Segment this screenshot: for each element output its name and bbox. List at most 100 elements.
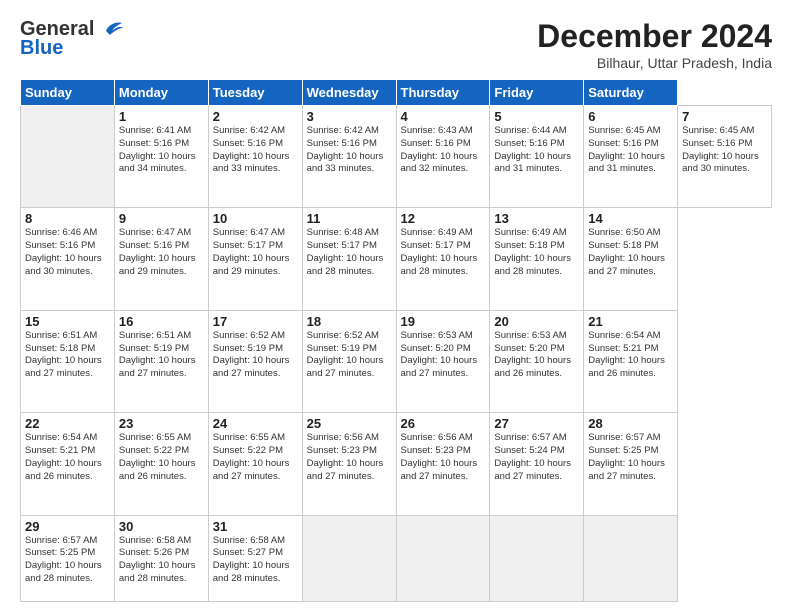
- table-row: 18 Sunrise: 6:52 AM Sunset: 5:19 PM Dayl…: [302, 310, 396, 412]
- day-number: 5: [494, 109, 579, 124]
- day-info: Sunrise: 6:57 AM Sunset: 5:25 PM Dayligh…: [588, 432, 673, 483]
- day-number: 6: [588, 109, 673, 124]
- day-info: Sunrise: 6:53 AM Sunset: 5:20 PM Dayligh…: [494, 330, 579, 381]
- col-thursday: Thursday: [396, 80, 490, 106]
- day-info: Sunrise: 6:57 AM Sunset: 5:24 PM Dayligh…: [494, 432, 579, 483]
- table-row: 20 Sunrise: 6:53 AM Sunset: 5:20 PM Dayl…: [490, 310, 584, 412]
- day-info: Sunrise: 6:55 AM Sunset: 5:22 PM Dayligh…: [119, 432, 204, 483]
- day-info: Sunrise: 6:54 AM Sunset: 5:21 PM Dayligh…: [588, 330, 673, 381]
- table-row: 13 Sunrise: 6:49 AM Sunset: 5:18 PM Dayl…: [490, 208, 584, 310]
- day-info: Sunrise: 6:56 AM Sunset: 5:23 PM Dayligh…: [307, 432, 392, 483]
- day-info: Sunrise: 6:49 AM Sunset: 5:18 PM Dayligh…: [494, 227, 579, 278]
- day-info: Sunrise: 6:45 AM Sunset: 5:16 PM Dayligh…: [588, 125, 673, 176]
- day-number: 31: [213, 519, 298, 534]
- table-row: [396, 515, 490, 601]
- day-number: 9: [119, 211, 204, 226]
- col-sunday: Sunday: [21, 80, 115, 106]
- day-number: 13: [494, 211, 579, 226]
- day-info: Sunrise: 6:58 AM Sunset: 5:26 PM Dayligh…: [119, 535, 204, 586]
- day-number: 11: [307, 211, 392, 226]
- day-number: 18: [307, 314, 392, 329]
- day-number: 26: [401, 416, 486, 431]
- table-row: 25 Sunrise: 6:56 AM Sunset: 5:23 PM Dayl…: [302, 413, 396, 515]
- day-number: 10: [213, 211, 298, 226]
- day-number: 14: [588, 211, 673, 226]
- day-info: Sunrise: 6:43 AM Sunset: 5:16 PM Dayligh…: [401, 125, 486, 176]
- table-row: 30 Sunrise: 6:58 AM Sunset: 5:26 PM Dayl…: [114, 515, 208, 601]
- day-info: Sunrise: 6:50 AM Sunset: 5:18 PM Dayligh…: [588, 227, 673, 278]
- day-number: 28: [588, 416, 673, 431]
- day-number: 17: [213, 314, 298, 329]
- day-number: 21: [588, 314, 673, 329]
- table-row: 10 Sunrise: 6:47 AM Sunset: 5:17 PM Dayl…: [208, 208, 302, 310]
- day-info: Sunrise: 6:47 AM Sunset: 5:17 PM Dayligh…: [213, 227, 298, 278]
- table-row: 4 Sunrise: 6:43 AM Sunset: 5:16 PM Dayli…: [396, 106, 490, 208]
- table-row: 6 Sunrise: 6:45 AM Sunset: 5:16 PM Dayli…: [584, 106, 678, 208]
- logo-blue: Blue: [20, 37, 63, 60]
- table-row: 1 Sunrise: 6:41 AM Sunset: 5:16 PM Dayli…: [114, 106, 208, 208]
- day-number: 3: [307, 109, 392, 124]
- col-wednesday: Wednesday: [302, 80, 396, 106]
- day-info: Sunrise: 6:53 AM Sunset: 5:20 PM Dayligh…: [401, 330, 486, 381]
- day-info: Sunrise: 6:48 AM Sunset: 5:17 PM Dayligh…: [307, 227, 392, 278]
- table-row: 29 Sunrise: 6:57 AM Sunset: 5:25 PM Dayl…: [21, 515, 115, 601]
- day-number: 30: [119, 519, 204, 534]
- day-info: Sunrise: 6:56 AM Sunset: 5:23 PM Dayligh…: [401, 432, 486, 483]
- day-info: Sunrise: 6:51 AM Sunset: 5:19 PM Dayligh…: [119, 330, 204, 381]
- day-number: 29: [25, 519, 110, 534]
- table-row: 14 Sunrise: 6:50 AM Sunset: 5:18 PM Dayl…: [584, 208, 678, 310]
- table-row: 28 Sunrise: 6:57 AM Sunset: 5:25 PM Dayl…: [584, 413, 678, 515]
- table-row: 21 Sunrise: 6:54 AM Sunset: 5:21 PM Dayl…: [584, 310, 678, 412]
- day-number: 25: [307, 416, 392, 431]
- header: General Blue December 2024 Bilhaur, Utta…: [20, 18, 772, 71]
- table-row: 12 Sunrise: 6:49 AM Sunset: 5:17 PM Dayl…: [396, 208, 490, 310]
- table-row: 5 Sunrise: 6:44 AM Sunset: 5:16 PM Dayli…: [490, 106, 584, 208]
- table-row: 15 Sunrise: 6:51 AM Sunset: 5:18 PM Dayl…: [21, 310, 115, 412]
- day-number: 27: [494, 416, 579, 431]
- day-number: 16: [119, 314, 204, 329]
- col-tuesday: Tuesday: [208, 80, 302, 106]
- day-info: Sunrise: 6:57 AM Sunset: 5:25 PM Dayligh…: [25, 535, 110, 586]
- day-info: Sunrise: 6:49 AM Sunset: 5:17 PM Dayligh…: [401, 227, 486, 278]
- table-row: 9 Sunrise: 6:47 AM Sunset: 5:16 PM Dayli…: [114, 208, 208, 310]
- day-number: 12: [401, 211, 486, 226]
- day-info: Sunrise: 6:41 AM Sunset: 5:16 PM Dayligh…: [119, 125, 204, 176]
- day-number: 23: [119, 416, 204, 431]
- table-row: 19 Sunrise: 6:53 AM Sunset: 5:20 PM Dayl…: [396, 310, 490, 412]
- table-row: 16 Sunrise: 6:51 AM Sunset: 5:19 PM Dayl…: [114, 310, 208, 412]
- day-number: 19: [401, 314, 486, 329]
- day-number: 7: [682, 109, 767, 124]
- table-row: 31 Sunrise: 6:58 AM Sunset: 5:27 PM Dayl…: [208, 515, 302, 601]
- table-row: 22 Sunrise: 6:54 AM Sunset: 5:21 PM Dayl…: [21, 413, 115, 515]
- day-info: Sunrise: 6:46 AM Sunset: 5:16 PM Dayligh…: [25, 227, 110, 278]
- day-info: Sunrise: 6:47 AM Sunset: 5:16 PM Dayligh…: [119, 227, 204, 278]
- col-saturday: Saturday: [584, 80, 678, 106]
- header-row: Sunday Monday Tuesday Wednesday Thursday…: [21, 80, 772, 106]
- day-info: Sunrise: 6:44 AM Sunset: 5:16 PM Dayligh…: [494, 125, 579, 176]
- day-info: Sunrise: 6:52 AM Sunset: 5:19 PM Dayligh…: [307, 330, 392, 381]
- day-number: 1: [119, 109, 204, 124]
- day-number: 2: [213, 109, 298, 124]
- table-row: 17 Sunrise: 6:52 AM Sunset: 5:19 PM Dayl…: [208, 310, 302, 412]
- day-info: Sunrise: 6:42 AM Sunset: 5:16 PM Dayligh…: [213, 125, 298, 176]
- day-info: Sunrise: 6:52 AM Sunset: 5:19 PM Dayligh…: [213, 330, 298, 381]
- day-number: 22: [25, 416, 110, 431]
- col-monday: Monday: [114, 80, 208, 106]
- day-number: 4: [401, 109, 486, 124]
- day-number: 8: [25, 211, 110, 226]
- location: Bilhaur, Uttar Pradesh, India: [537, 55, 772, 71]
- table-row: [490, 515, 584, 601]
- table-row: 3 Sunrise: 6:42 AM Sunset: 5:16 PM Dayli…: [302, 106, 396, 208]
- table-row: 2 Sunrise: 6:42 AM Sunset: 5:16 PM Dayli…: [208, 106, 302, 208]
- day-info: Sunrise: 6:58 AM Sunset: 5:27 PM Dayligh…: [213, 535, 298, 586]
- page: General Blue December 2024 Bilhaur, Utta…: [0, 0, 792, 612]
- day-info: Sunrise: 6:45 AM Sunset: 5:16 PM Dayligh…: [682, 125, 767, 176]
- day-info: Sunrise: 6:55 AM Sunset: 5:22 PM Dayligh…: [213, 432, 298, 483]
- day-info: Sunrise: 6:42 AM Sunset: 5:16 PM Dayligh…: [307, 125, 392, 176]
- logo: General Blue: [20, 18, 124, 60]
- day-number: 15: [25, 314, 110, 329]
- logo-bird-icon: [96, 17, 124, 39]
- month-title: December 2024: [537, 18, 772, 55]
- table-row: [302, 515, 396, 601]
- calendar: Sunday Monday Tuesday Wednesday Thursday…: [20, 79, 772, 602]
